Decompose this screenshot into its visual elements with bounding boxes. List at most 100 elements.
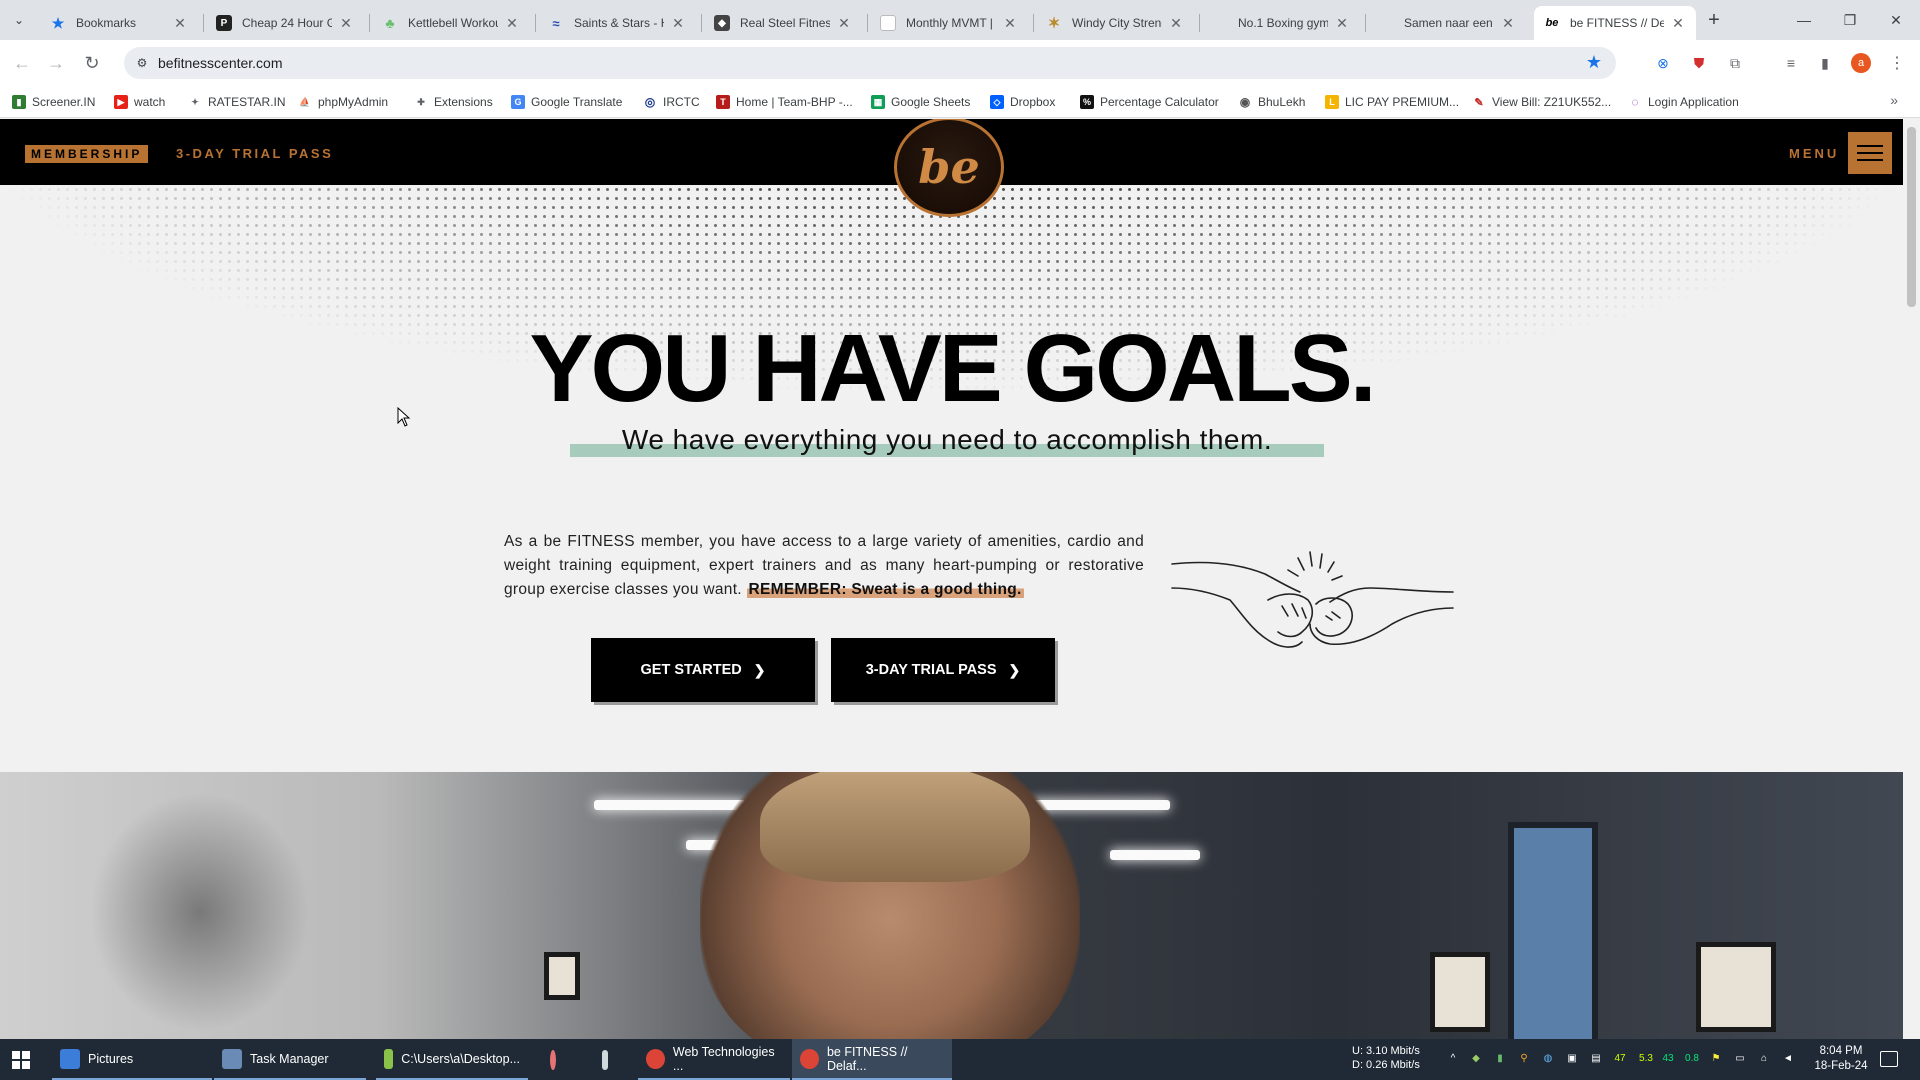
taskbar-notepad-plus[interactable]: C:\Users\a\Desktop... xyxy=(376,1039,528,1080)
address-bar[interactable]: ⚙ befitnesscenter.com ★ xyxy=(124,47,1616,79)
bookmark-star-icon[interactable]: ★ xyxy=(1586,52,1602,73)
back-button[interactable]: ← xyxy=(10,51,34,75)
close-tab-icon[interactable]: ✕ xyxy=(1334,15,1350,32)
tab-be-fitness-active[interactable]: be be FITNESS // Del ✕ xyxy=(1534,6,1696,40)
tray-flag-icon[interactable]: ⚑ xyxy=(1708,1051,1724,1067)
tray-chevron-up-icon[interactable]: ^ xyxy=(1445,1051,1461,1067)
taskbar-label: C:\Users\a\Desktop... xyxy=(401,1051,520,1066)
bookmark-google-sheets[interactable]: ▦ Google Sheets xyxy=(871,92,970,112)
taskbar-pictures[interactable]: Pictures xyxy=(52,1039,212,1080)
taskbar-chrome-web-technologies[interactable]: Web Technologies ... xyxy=(638,1039,790,1080)
menu-label[interactable]: MENU xyxy=(1789,146,1839,161)
network-icon[interactable]: ⌂ xyxy=(1756,1051,1772,1067)
hero-headline: YOU HAVE GOALS. xyxy=(529,315,1377,422)
chevron-right-icon: ❯ xyxy=(753,661,766,678)
bookmark-ratestar[interactable]: ✦ RATESTAR.IN xyxy=(188,92,285,112)
bookmark-team-bhp[interactable]: T Home | Team-BHP -... xyxy=(716,92,853,112)
bar-chart-icon: ▮ xyxy=(12,95,26,109)
trial-pass-link[interactable]: 3-DAY TRIAL PASS xyxy=(176,146,333,161)
close-tab-icon[interactable]: ✕ xyxy=(836,15,852,32)
web-page: MEMBERSHIP 3-DAY TRIAL PASS be MENU YOU … xyxy=(0,119,1903,1039)
bookmark-dropbox[interactable]: ◇ Dropbox xyxy=(990,92,1055,112)
taskbar-task-manager[interactable]: Task Manager xyxy=(214,1039,366,1080)
tab-windy-city-strength[interactable]: ✶ Windy City Streng ✕ xyxy=(1036,6,1194,40)
tray-cpu-icon[interactable]: ▣ xyxy=(1564,1051,1580,1067)
bookmarks-overflow-icon[interactable]: » xyxy=(1890,92,1898,108)
battery-icon[interactable]: ▭ xyxy=(1732,1051,1748,1067)
tray-search-icon[interactable]: ⚲ xyxy=(1516,1051,1532,1067)
bookmark-lic-pay-premium[interactable]: L LIC PAY PREMIUM... xyxy=(1325,92,1459,112)
bookmark-view-bill[interactable]: ✎ View Bill: Z21UK552... xyxy=(1472,92,1611,112)
taskbar-notes-pinned[interactable] xyxy=(594,1039,624,1080)
person-hair xyxy=(760,772,1030,882)
bookmark-screener[interactable]: ▮ Screener.IN xyxy=(12,92,95,112)
phpmyadmin-icon: ⛵ xyxy=(299,96,311,107)
tab-samen-naar-een[interactable]: Samen naar een g ✕ xyxy=(1368,6,1526,40)
tray-app-icon[interactable]: ◆ xyxy=(1468,1051,1484,1067)
membership-link[interactable]: MEMBERSHIP xyxy=(25,145,149,163)
tab-bookmarks[interactable]: ★ Bookmarks ✕ xyxy=(40,6,198,40)
extensions-puzzle-icon[interactable]: ⧉ xyxy=(1724,52,1746,74)
tab-kettlebell-workout[interactable]: ♣ Kettlebell Workou ✕ xyxy=(372,6,530,40)
volume-icon[interactable]: ◄ xyxy=(1780,1051,1796,1067)
tab-monthly-mvmt[interactable]: Monthly MVMT | ( ✕ xyxy=(870,6,1028,40)
taskbar-chrome-be-fitness[interactable]: be FITNESS // Delaf... xyxy=(792,1039,952,1080)
close-tab-icon[interactable]: ✕ xyxy=(1670,15,1686,32)
s-logo-icon: ≈ xyxy=(552,15,560,31)
tray-temp-icon[interactable]: ▤ xyxy=(1588,1051,1604,1067)
windows-start-icon[interactable] xyxy=(12,1051,30,1069)
tab-cheap-24-hour-gym[interactable]: P Cheap 24 Hour Gy ✕ xyxy=(206,6,364,40)
tab-title: Windy City Streng xyxy=(1072,16,1162,30)
tab-saints-and-stars[interactable]: ≈ Saints & Stars - H ✕ xyxy=(538,6,696,40)
side-panel-icon[interactable]: ▮ xyxy=(1814,52,1836,74)
close-tab-icon[interactable]: ✕ xyxy=(1500,15,1516,32)
notifications-icon[interactable] xyxy=(1880,1051,1898,1067)
chrome-icon xyxy=(800,1048,819,1069)
reload-button[interactable]: ↻ xyxy=(80,51,104,75)
be-fitness-logo[interactable]: be xyxy=(894,119,1004,217)
close-tab-icon[interactable]: ✕ xyxy=(1002,15,1018,32)
close-window-button[interactable]: ✕ xyxy=(1868,0,1920,40)
tab-search-chevron-icon[interactable]: ⌄ xyxy=(8,9,30,31)
close-tab-icon[interactable]: ✕ xyxy=(338,15,354,32)
chrome-icon xyxy=(646,1048,665,1069)
tab-real-steel-fitness[interactable]: ◆ Real Steel Fitness ✕ xyxy=(704,6,862,40)
scrollbar-thumb[interactable] xyxy=(1907,127,1916,307)
hero-photo-woman-exercising xyxy=(0,772,1903,1039)
close-tab-icon[interactable]: ✕ xyxy=(504,15,520,32)
site-settings-icon[interactable]: ⚙ xyxy=(134,55,150,71)
new-tab-button[interactable]: + xyxy=(1702,8,1726,32)
get-started-button[interactable]: GET STARTED ❯ xyxy=(591,638,815,702)
close-tab-icon[interactable]: ✕ xyxy=(670,15,686,32)
url-text[interactable]: befitnesscenter.com xyxy=(158,55,283,71)
browser-menu-icon[interactable]: ⋮ xyxy=(1886,52,1908,74)
bookmark-google-translate[interactable]: G Google Translate xyxy=(511,92,622,112)
page-scrollbar[interactable] xyxy=(1903,119,1920,1039)
extension-globe-icon[interactable]: ⊗ xyxy=(1652,52,1674,74)
bookmark-login-application[interactable]: ◌ Login Application xyxy=(1628,92,1738,112)
tab-title: Saints & Stars - H xyxy=(574,16,664,30)
trial-pass-button[interactable]: 3-DAY TRIAL PASS ❯ xyxy=(831,638,1055,702)
close-tab-icon[interactable]: ✕ xyxy=(172,15,188,32)
bookmark-percentage-calculator[interactable]: % Percentage Calculator xyxy=(1080,92,1219,112)
tray-number-3: 43 xyxy=(1662,1053,1674,1064)
profile-avatar[interactable]: a xyxy=(1850,52,1872,74)
tray-sheet-icon[interactable]: ▮ xyxy=(1492,1051,1508,1067)
tray-globe-icon[interactable]: ◍ xyxy=(1540,1051,1556,1067)
extension-shield-icon[interactable]: ⛊ xyxy=(1688,52,1710,74)
bookmark-label: Google Sheets xyxy=(891,95,971,109)
taskbar-app-pinned[interactable] xyxy=(542,1039,572,1080)
bookmark-bhulekh[interactable]: ◉ BhuLekh xyxy=(1238,92,1306,112)
bookmark-extensions[interactable]: ✚ Extensions xyxy=(414,92,492,112)
media-control-icon[interactable]: ≡ xyxy=(1780,52,1802,74)
forward-button[interactable]: → xyxy=(44,51,68,75)
bookmark-irctc[interactable]: ◎ IRCTC xyxy=(643,92,700,112)
bookmark-phpmyadmin[interactable]: ⛵ phpMyAdmin xyxy=(298,92,388,112)
puzzle-icon: ✚ xyxy=(417,96,425,107)
system-clock[interactable]: 8:04 PM 18-Feb-24 xyxy=(1806,1044,1876,1074)
close-tab-icon[interactable]: ✕ xyxy=(1168,15,1184,32)
tab-no1-boxing-gym[interactable]: No.1 Boxing gym ✕ xyxy=(1202,6,1360,40)
hamburger-menu-icon[interactable] xyxy=(1848,132,1892,174)
tab-strip: ⌄ ★ Bookmarks ✕ P Cheap 24 Hour Gy ✕ ♣ K… xyxy=(0,0,1920,40)
bookmark-watch[interactable]: ▶ watch xyxy=(114,92,165,112)
